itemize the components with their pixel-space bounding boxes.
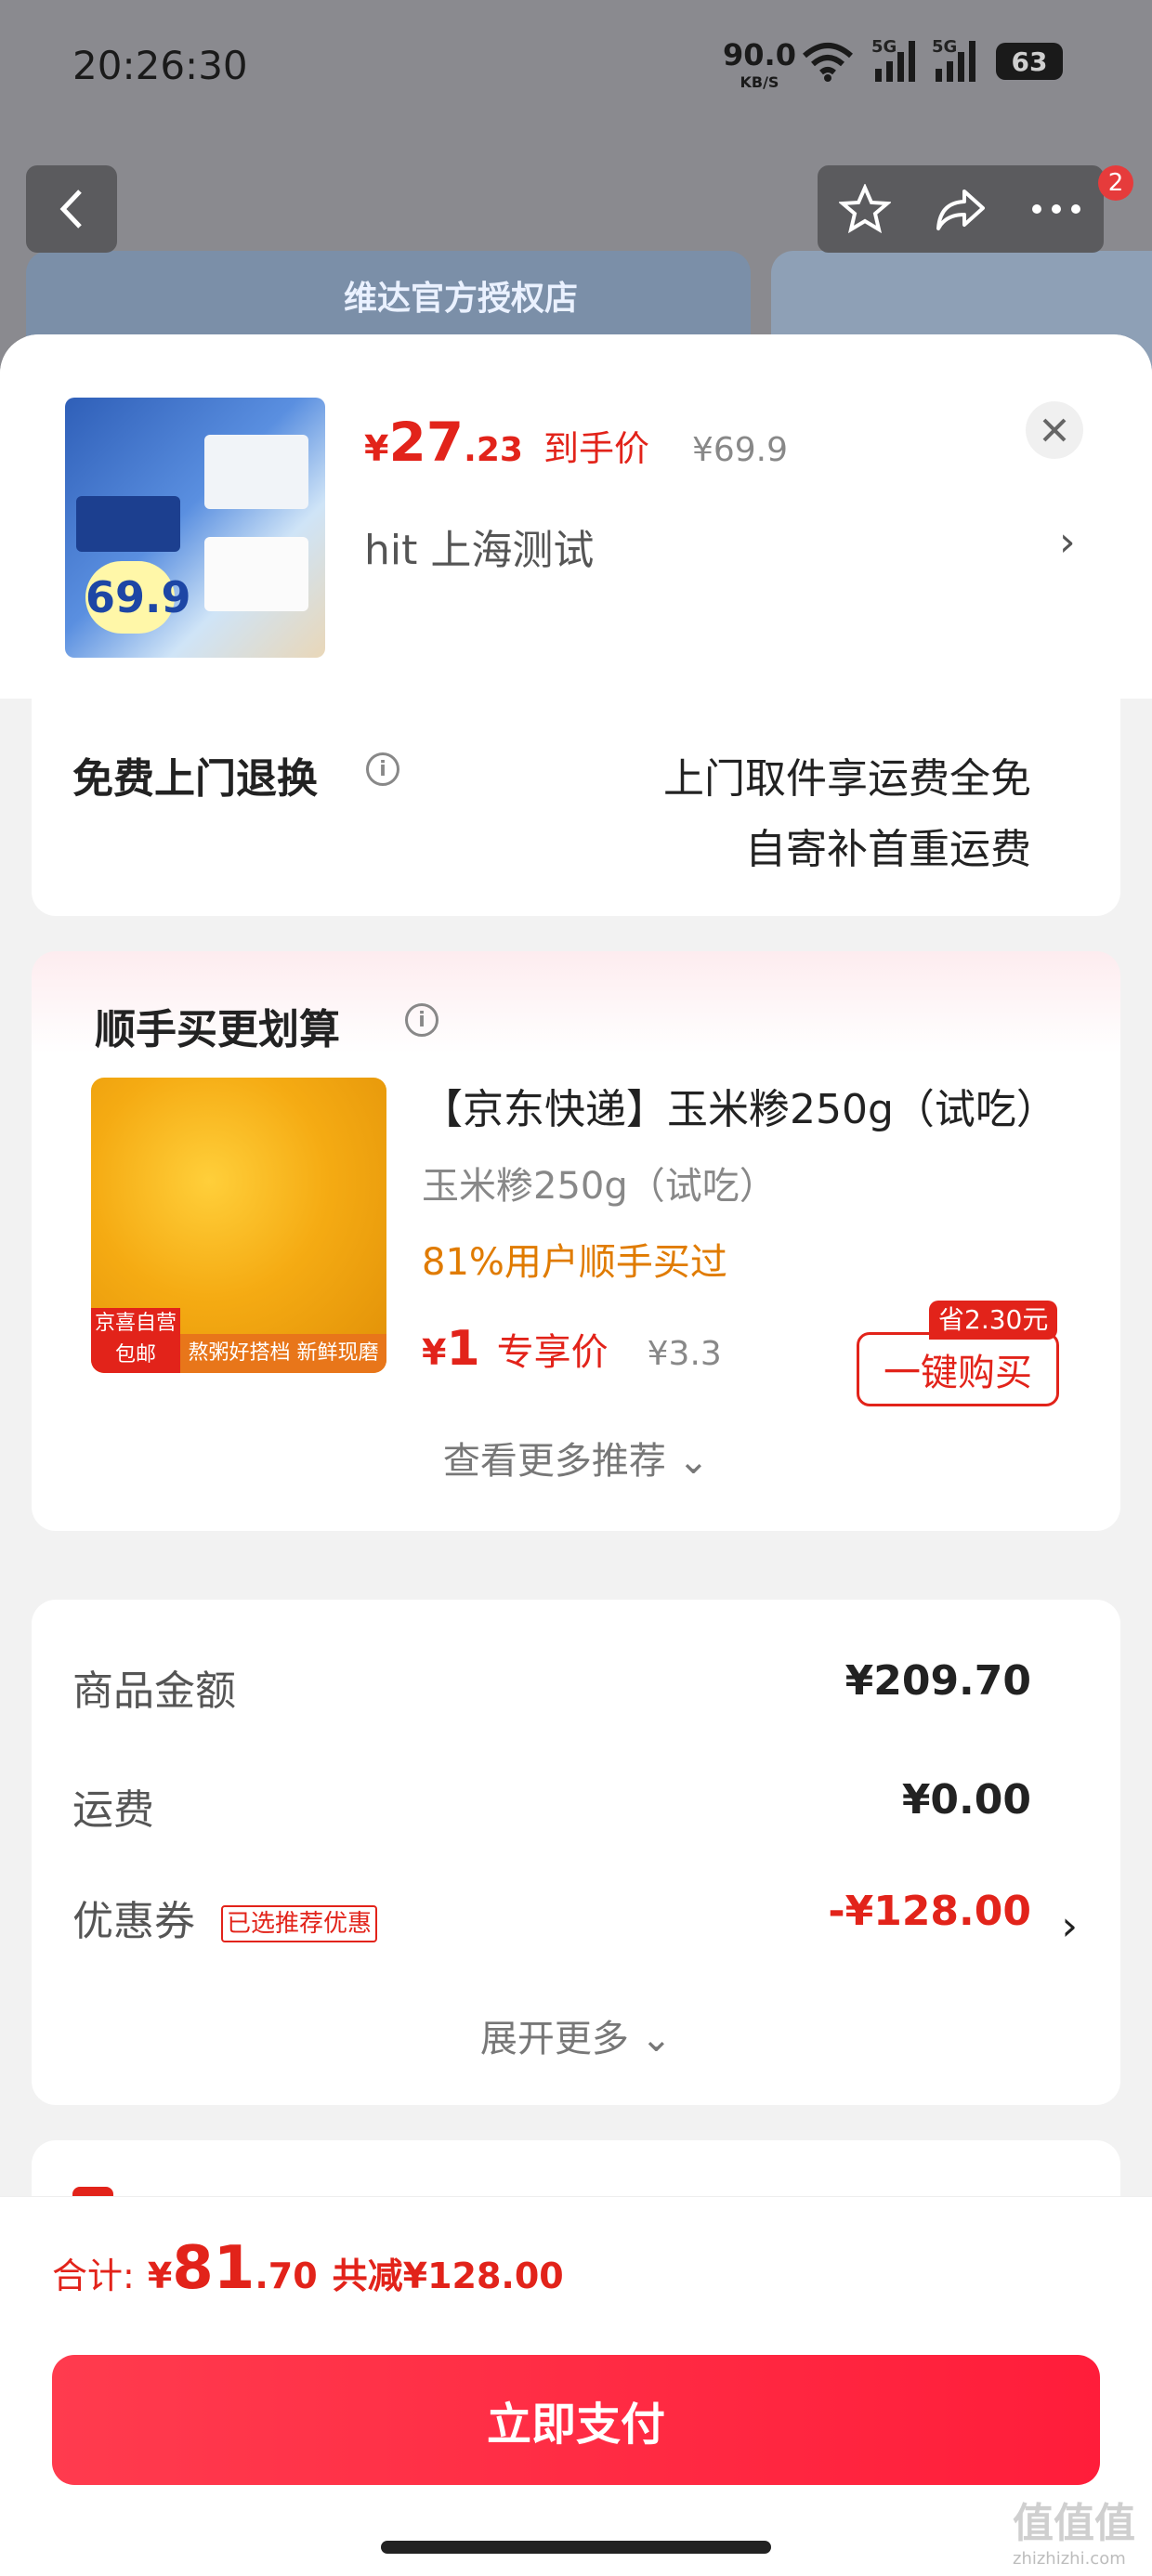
coupon-row[interactable]: 优惠券 已选推荐优惠 -¥128.00 [72, 1888, 1031, 1947]
store-banner-text: 维达官方授权店 [344, 280, 579, 318]
close-icon [1042, 418, 1067, 442]
addon-bought-rate: 81%用户顺手买过 [422, 1241, 727, 1284]
thumbnail-product-pack [204, 537, 308, 611]
home-indicator[interactable] [381, 2541, 771, 2554]
total-label: 合计: [52, 2256, 135, 2296]
shipping-row: 运费 ¥0.00 [72, 1776, 1031, 1836]
chevron-right-icon[interactable]: › [1059, 518, 1076, 566]
addon-image-label-jd: 京喜自营 包邮 [91, 1308, 180, 1373]
signal-icon-sim1: 5G [871, 37, 915, 82]
save-badge: 省2.30元 [929, 1301, 1058, 1340]
net-speed-value: 90.0 [723, 37, 796, 72]
cost-summary-card: 商品金额 ¥209.70 运费 ¥0.00 优惠券 已选推荐优惠 -¥128.0… [32, 1600, 1120, 2105]
star-icon[interactable] [838, 184, 891, 234]
thumbnail-product-pack [204, 435, 308, 509]
addon-recommend-card: 顺手买更划算 i 京喜自营 包邮 熬粥好搭档 新鲜现磨 【京东快递】玉米糁250… [32, 951, 1120, 1531]
chevron-left-icon [59, 190, 82, 229]
order-total: 合计: ¥ 81 .70 共减¥128.00 [52, 2234, 564, 2303]
status-bar: 20:26:30 90.0 KB/S 5G 5G 63 [0, 0, 1152, 130]
more-icon[interactable] [1030, 203, 1082, 216]
final-price: ¥ 27 .23 到手价 ¥69.9 [364, 411, 788, 474]
info-icon[interactable]: i [405, 1003, 439, 1037]
pay-now-button[interactable]: 立即支付 [52, 2355, 1100, 2485]
thumbnail-price-badge: 69.9 [85, 561, 191, 634]
top-action-group [818, 165, 1104, 253]
return-service-title: 免费上门退换 [72, 755, 318, 803]
addon-price: ¥ 1 专享价 ¥3.3 [422, 1321, 722, 1377]
addon-image-label-bar: 熬粥好搭档 新鲜现磨 [180, 1334, 386, 1373]
cart-badge: 2 [1098, 165, 1133, 201]
shipping-label: 运费 [72, 1786, 154, 1834]
addon-title: 顺手买更划算 [95, 1006, 340, 1053]
addon-price-symbol: ¥ [422, 1332, 447, 1373]
watermark: 值值值 zhizhizhi.com [1013, 2490, 1135, 2569]
info-icon[interactable]: i [366, 752, 399, 786]
coupon-value: -¥128.00 [828, 1888, 1031, 1935]
addon-original-price: ¥3.3 [647, 1335, 722, 1373]
shipping-value: ¥0.00 [901, 1776, 1031, 1824]
back-button[interactable] [26, 165, 117, 253]
addon-price-integer: 1 [446, 1321, 480, 1377]
price-decimal: .23 [464, 431, 523, 469]
net-speed: 90.0 KB/S [723, 40, 796, 97]
price-tag: 到手价 [543, 428, 649, 469]
product-header: 69.9 ¥ 27 .23 到手价 ¥69.9 hit 上海测试 › [0, 334, 1152, 699]
wifi-icon [803, 43, 853, 82]
addon-product-image[interactable]: 京喜自营 包邮 熬粥好搭档 新鲜现磨 [91, 1078, 386, 1373]
close-button[interactable] [1026, 401, 1083, 459]
coupon-label: 优惠券 [72, 1898, 195, 1945]
goods-amount-value: ¥209.70 [844, 1657, 1031, 1705]
sim1-label: 5G [871, 37, 897, 57]
addon-price-tag: 专享价 [496, 1331, 609, 1374]
addon-product-spec: 玉米糁250g（试吃） [422, 1165, 777, 1208]
watermark-sub: zhizhizhi.com [1013, 2549, 1126, 2569]
battery-icon: 63 [996, 43, 1063, 80]
product-thumbnail[interactable]: 69.9 [65, 398, 325, 658]
expand-more-link[interactable]: 展开更多 ⌄ [32, 2008, 1120, 2062]
chevron-right-icon[interactable]: › [1061, 1903, 1078, 1950]
goods-amount-label: 商品金额 [72, 1667, 236, 1715]
total-symbol: ¥ [147, 2256, 173, 2296]
thumbnail-promo-strip [76, 496, 180, 552]
coupon-selected-tag: 已选推荐优惠 [221, 1905, 378, 1942]
sku-selector[interactable]: hit 上海测试 [364, 517, 594, 576]
more-recommendations-link[interactable]: 查看更多推荐 ⌄ [32, 1431, 1120, 1484]
bottom-pay-bar: 合计: ¥ 81 .70 共减¥128.00 立即支付 [0, 2196, 1152, 2576]
signal-icon-sim2: 5G [932, 37, 975, 82]
addon-product-name[interactable]: 【京东快递】玉米糁250g（试吃） [422, 1076, 1091, 1135]
total-saved: 共减¥128.00 [332, 2256, 564, 2296]
return-service-line1: 上门取件享运费全免 [663, 755, 1031, 803]
price-integer: 27 [388, 411, 465, 474]
return-service-line2: 自寄补首重运费 [745, 826, 1031, 873]
status-icons: 5G 5G 63 [801, 37, 1063, 82]
return-service-card: 免费上门退换 i 上门取件享运费全免 自寄补首重运费 [32, 699, 1120, 916]
total-decimal: .70 [255, 2256, 318, 2296]
original-price: ¥69.9 [691, 431, 789, 469]
status-time: 20:26:30 [72, 43, 248, 88]
net-speed-unit: KB/S [740, 73, 779, 91]
price-symbol: ¥ [364, 428, 389, 469]
share-icon[interactable] [933, 186, 988, 232]
total-integer: 81 [172, 2234, 255, 2303]
goods-amount-row: 商品金额 ¥209.70 [72, 1657, 1031, 1717]
watermark-main: 值值值 [1013, 2500, 1135, 2547]
sim2-label: 5G [932, 37, 958, 57]
one-click-buy-button[interactable]: 一键购买 [857, 1332, 1059, 1406]
